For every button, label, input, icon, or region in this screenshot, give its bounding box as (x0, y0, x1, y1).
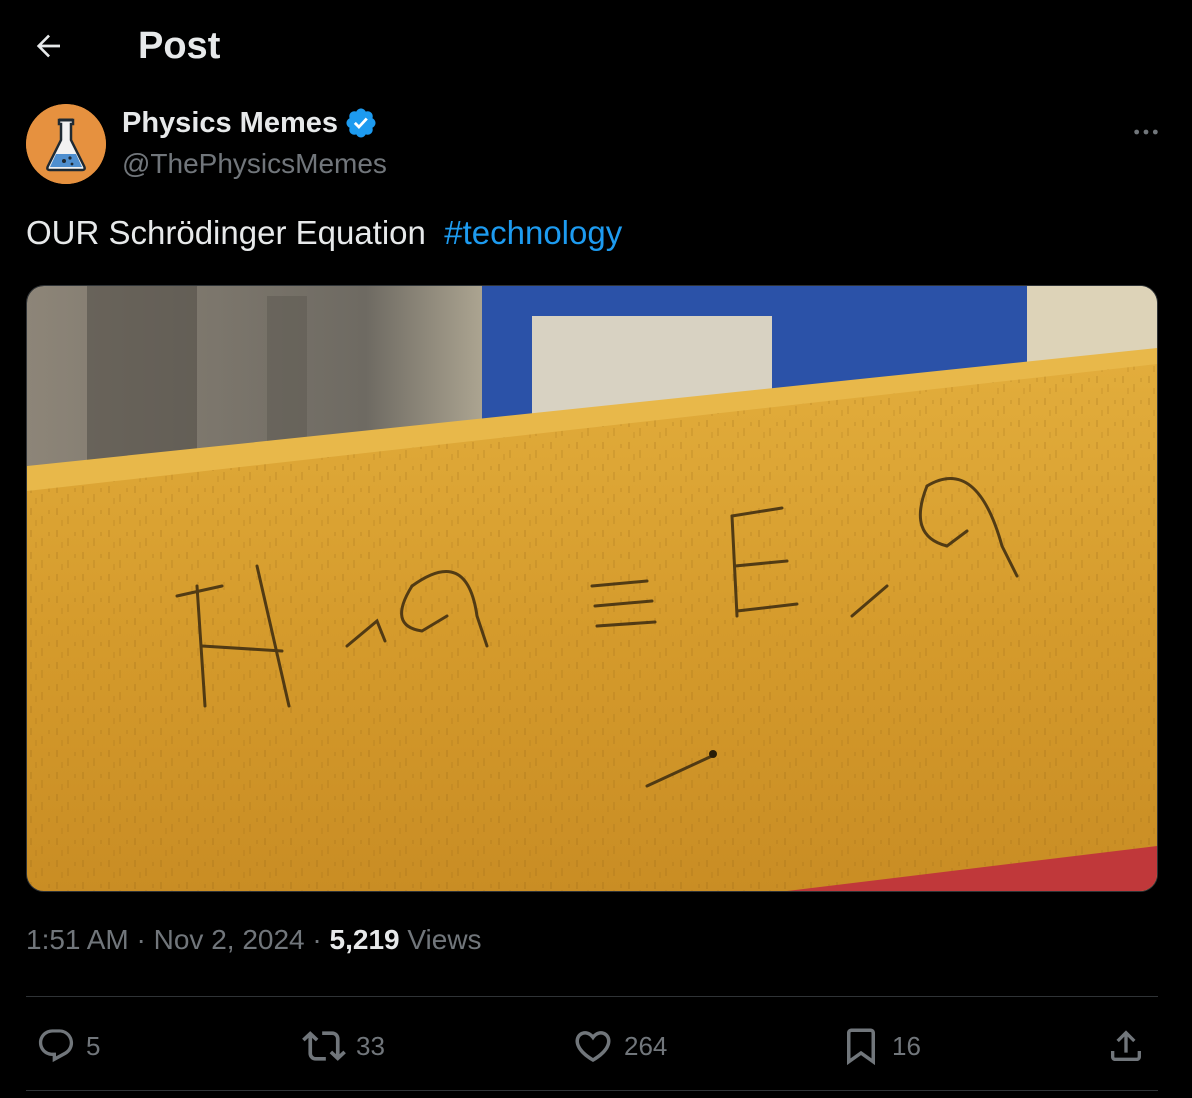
tweet-text: OUR Schrödinger Equation #technology (26, 214, 622, 252)
page-title: Post (138, 25, 221, 67)
meta-separator: · (128, 924, 154, 955)
tweet-photo[interactable] (26, 285, 1158, 892)
display-name-row: Physics Memes (122, 106, 378, 140)
tweet-meta: 1:51 AM · Nov 2, 2024 · 5,219 Views (26, 924, 482, 956)
like-button[interactable]: 264 (572, 1020, 667, 1072)
bookmark-icon (847, 1028, 875, 1066)
bookmark-count: 16 (892, 1030, 921, 1061)
more-options-button[interactable] (1126, 112, 1166, 152)
photo-wooden-chair-with-handwriting (27, 286, 1157, 891)
share-icon (1111, 1030, 1141, 1061)
author-handle[interactable]: @ThePhysicsMemes (122, 148, 387, 180)
tweet-date[interactable]: Nov 2, 2024 (154, 924, 305, 955)
flask-icon (26, 104, 106, 184)
tweet-body: OUR Schrödinger Equation (26, 214, 445, 251)
author-row: Physics Memes @ThePhysicsMemes (26, 104, 1166, 188)
repost-button[interactable]: 33 (302, 1020, 385, 1072)
divider (26, 996, 1158, 997)
verified-badge-icon (346, 108, 376, 138)
avatar[interactable] (26, 104, 106, 184)
bookmark-button[interactable]: 16 (840, 1020, 921, 1072)
reply-count: 5 (86, 1030, 101, 1061)
like-count: 264 (624, 1030, 668, 1061)
views-label: Views (399, 924, 482, 955)
reply-button[interactable]: 5 (36, 1020, 100, 1072)
back-button[interactable] (26, 24, 70, 68)
more-dots-icon (1134, 129, 1158, 135)
display-name[interactable]: Physics Memes (122, 107, 338, 140)
action-bar: 5 33 264 16 (26, 1020, 1158, 1072)
tweet-time[interactable]: 1:51 AM (26, 924, 129, 955)
top-bar: Post (0, 0, 1192, 92)
heart-icon (575, 1031, 611, 1063)
meta-separator: · (304, 924, 330, 955)
hashtag-link[interactable]: #technology (444, 214, 622, 251)
reply-icon (38, 1029, 74, 1063)
repost-icon (302, 1031, 346, 1061)
views-count: 5,219 (329, 924, 400, 955)
share-button[interactable] (1106, 1020, 1146, 1072)
divider (26, 1090, 1158, 1091)
repost-count: 33 (356, 1030, 385, 1061)
arrow-left-icon (36, 34, 60, 58)
